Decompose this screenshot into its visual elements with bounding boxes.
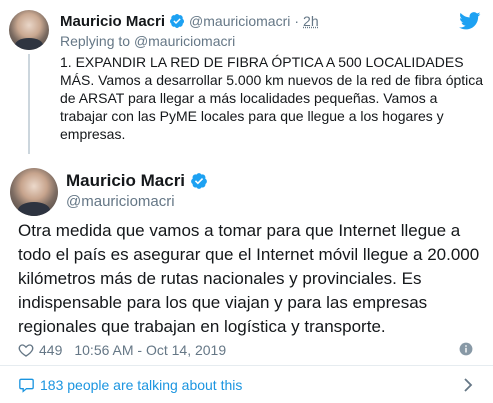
parent-handle[interactable]: @mauriciomacri — [189, 13, 290, 29]
talking-about-text[interactable]: 183 people are talking about this — [40, 377, 242, 393]
parent-tweet[interactable]: Mauricio Macri @mauriciomacri · 2h Reply… — [0, 0, 493, 160]
parent-tweet-text: 1. EXPANDIR LA RED DE FIBRA ÓPTICA A 500… — [60, 54, 484, 142]
heart-icon[interactable] — [18, 342, 34, 358]
replying-to: Replying to @mauriciomacri — [60, 33, 235, 49]
thread-connector — [28, 54, 30, 154]
parent-tweet-header: Mauricio Macri @mauriciomacri · 2h — [60, 12, 319, 30]
verified-badge-icon — [170, 14, 185, 28]
main-tweet-header: Mauricio Macri @mauriciomacri — [0, 160, 493, 216]
parent-avatar[interactable] — [9, 10, 49, 50]
main-tweet-text: Otra medida que vamos a tomar para que I… — [18, 221, 480, 336]
replying-prefix: Replying to — [60, 33, 131, 49]
main-name-row: Mauricio Macri — [66, 171, 208, 191]
parent-author-name[interactable]: Mauricio Macri — [60, 13, 165, 30]
replying-handle-link[interactable]: @mauriciomacri — [134, 33, 235, 49]
main-author-name[interactable]: Mauricio Macri — [66, 171, 185, 191]
tweet-timestamp[interactable]: 10:56 AM - Oct 14, 2019 — [74, 342, 226, 358]
like-count[interactable]: 449 — [39, 342, 62, 358]
main-handle[interactable]: @mauriciomacri — [66, 193, 175, 210]
tweet-meta-row: 449 10:56 AM - Oct 14, 2019 — [18, 340, 483, 360]
twitter-bird-icon[interactable] — [459, 12, 481, 30]
main-avatar[interactable] — [10, 168, 58, 216]
talking-about-link[interactable]: 183 people are talking about this — [0, 366, 493, 403]
speech-bubble-icon — [19, 378, 34, 393]
verified-badge-icon — [191, 173, 207, 189]
info-icon[interactable] — [459, 342, 473, 356]
parent-time[interactable]: 2h — [303, 13, 319, 29]
separator-dot: · — [294, 13, 300, 29]
chevron-right-icon[interactable] — [463, 378, 473, 392]
